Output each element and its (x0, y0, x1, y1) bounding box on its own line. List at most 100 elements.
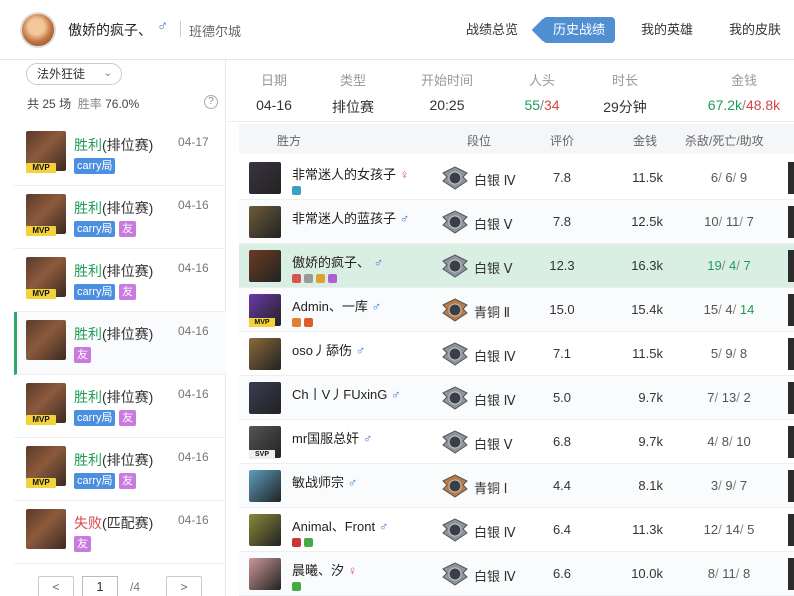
rank-emblem-icon (442, 254, 468, 278)
champion-portrait (26, 320, 66, 360)
player-avatar[interactable] (249, 206, 281, 238)
table-row[interactable]: MVP Admin、一库 ♂ 青铜 Ⅱ 15.0 15.4k 15/ 4/ 14 (239, 288, 794, 332)
prev-page-button[interactable]: < (38, 576, 74, 596)
table-row[interactable]: Ch丨V丿FUxinG ♂ 白银 Ⅳ 5.0 9.7k 7/ 13/ 2 (239, 376, 794, 420)
page-input[interactable]: 1 (82, 576, 118, 596)
player-kda: 3/ 9/ 7 (710, 478, 748, 493)
player-name[interactable]: mr国服总奸 ♂ (292, 428, 373, 447)
male-icon: ♂ (362, 431, 373, 446)
table-row[interactable]: SVP mr国服总奸 ♂ 白银 Ⅴ 6.8 9.7k 4/ 8/ 10 (239, 420, 794, 464)
rank-emblem-icon (442, 562, 468, 586)
player-avatar[interactable] (249, 382, 281, 414)
rank-emblem-icon (442, 518, 468, 542)
match-item[interactable]: 失败(匹配赛) 04-16 友 (14, 501, 226, 564)
friend-tag: 友 (74, 347, 91, 363)
tag-icon (304, 318, 313, 327)
player-name[interactable]: Admin、一库 ♂ (292, 296, 381, 315)
table-row[interactable]: oso丿舔伤 ♂ 白银 Ⅳ 7.1 11.5k 5/ 9/ 8 (239, 332, 794, 376)
table-row[interactable]: 非常迷人的女孩子 ♀ 白银 Ⅳ 7.8 11.5k 6/ 6/ 9 (239, 156, 794, 200)
col-kda: 杀敌/死亡/助攻 (685, 134, 764, 148)
player-tags (292, 535, 316, 547)
tab-overview[interactable]: 战绩总览 (456, 17, 528, 43)
player-gold: 9.7k (638, 434, 663, 449)
male-icon: ♂ (371, 299, 382, 314)
player-gold: 15.4k (631, 302, 663, 317)
player-gold: 11.5k (632, 170, 663, 185)
item-strip (788, 426, 794, 458)
player-avatar[interactable] (249, 338, 281, 370)
match-item[interactable]: MVP 胜利(排位赛) 04-16 carry局友 (14, 375, 226, 438)
player-avatar[interactable] (249, 250, 281, 282)
friend-tag: 友 (119, 473, 136, 489)
player-gold: 11.3k (632, 522, 663, 537)
stat-kills: 人头 55/34 (524, 73, 560, 113)
carry-tag: carry局 (74, 221, 116, 237)
player-tags (292, 315, 316, 327)
tab-history[interactable]: 历史战绩 (543, 17, 616, 43)
match-result: 胜利(排位赛) (74, 263, 154, 279)
record-summary: 共 25 场 胜率 76.0% (27, 97, 140, 111)
tab-heroes[interactable]: 我的英雄 (631, 17, 703, 43)
table-row[interactable]: 傲娇的疯子、 ♂ 白银 Ⅴ 12.3 16.3k 19/ 4/ 7 (239, 244, 794, 288)
rank-emblem-icon (442, 342, 468, 366)
male-icon: ♂ (378, 519, 389, 534)
hero-filter-select[interactable]: 法外狂徒 ⌄ (26, 63, 122, 85)
player-rank: 青铜 Ⅰ (474, 481, 508, 496)
player-name[interactable]: 非常迷人的女孩子 ♀ (292, 164, 409, 183)
player-name[interactable]: oso丿舔伤 ♂ (292, 340, 365, 359)
player-name[interactable]: 晨曦、汐 ♀ (292, 560, 357, 579)
match-date: 04-16 (178, 324, 209, 338)
player-avatar[interactable] (249, 558, 281, 590)
player-score: 7.8 (552, 214, 572, 229)
player-name[interactable]: Ch丨V丿FUxinG ♂ (292, 384, 401, 403)
player-name[interactable]: 傲娇的疯子、 ♂ (292, 252, 383, 271)
avatar[interactable] (20, 12, 56, 48)
item-strip (788, 206, 794, 238)
player-tags (292, 183, 304, 195)
table-row[interactable]: 非常迷人的蓝孩子 ♂ 白银 Ⅴ 7.8 12.5k 10/ 11/ 7 (239, 200, 794, 244)
col-score: 评价 (550, 134, 575, 148)
match-summary: 日期 04-16 类型 排位赛 开始时间 20:25 人头 55/34 时长 2… (227, 60, 794, 122)
carry-tag: carry局 (74, 410, 116, 426)
player-gold: 8.1k (638, 478, 663, 493)
player-score: 7.8 (552, 170, 572, 185)
player-score: 6.4 (552, 522, 572, 537)
help-icon[interactable]: ? (204, 95, 218, 109)
player-score: 6.6 (552, 566, 572, 581)
female-icon: ♀ (347, 563, 358, 578)
match-result: 胜利(排位赛) (74, 452, 154, 468)
player-gold: 12.5k (631, 214, 663, 229)
match-item[interactable]: 胜利(排位赛) 04-16 友 (14, 312, 226, 375)
tab-skins[interactable]: 我的皮肤 (719, 17, 791, 43)
player-avatar[interactable] (249, 470, 281, 502)
player-name[interactable]: 敏战师宗 ♂ (292, 472, 357, 491)
match-item[interactable]: MVP 胜利(排位赛) 04-17 carry局 (14, 123, 226, 186)
tag-icon (316, 274, 325, 283)
table-row[interactable]: Animal、Front ♂ 白银 Ⅳ 6.4 11.3k 12/ 14/ 5 (239, 508, 794, 552)
tag-icon (304, 274, 313, 283)
match-result: 失败(匹配赛) (74, 515, 154, 531)
player-avatar[interactable] (249, 514, 281, 546)
match-list-panel: 法外狂徒 ⌄ 共 25 场 胜率 76.0% ? MVP 胜利(排位赛) 04-17… (14, 60, 226, 596)
table-row[interactable]: 敏战师宗 ♂ 青铜 Ⅰ 4.4 8.1k 3/ 9/ 7 (239, 464, 794, 508)
top-bar: 傲娇的疯子、 ♂ 班德尔城 战绩总览 历史战绩 我的英雄 我的皮肤 (0, 0, 794, 60)
rank-emblem-icon (442, 166, 468, 190)
player-score: 12.3 (549, 258, 575, 273)
player-name[interactable]: Animal、Front ♂ (292, 516, 388, 535)
match-item[interactable]: MVP 胜利(排位赛) 04-16 carry局友 (14, 438, 226, 501)
player-avatar[interactable] (249, 162, 281, 194)
player-rank: 白银 Ⅳ (474, 525, 516, 540)
match-item[interactable]: MVP 胜利(排位赛) 04-16 carry局友 (14, 249, 226, 312)
carry-tag: carry局 (74, 158, 116, 174)
item-strip (788, 558, 794, 590)
match-date: 04-16 (178, 261, 209, 275)
table-row[interactable]: 晨曦、汐 ♀ 白银 Ⅳ 6.6 10.0k 8/ 11/ 8 (239, 552, 794, 596)
tag-icon (304, 538, 313, 547)
player-name[interactable]: 非常迷人的蓝孩子 ♂ (292, 208, 409, 227)
player-tags (292, 579, 304, 591)
player-gold: 10.0k (631, 566, 663, 581)
player-kda: 15/ 4/ 14 (703, 302, 755, 317)
match-item[interactable]: MVP 胜利(排位赛) 04-16 carry局友 (14, 186, 226, 249)
item-strip (788, 470, 794, 502)
next-page-button[interactable]: > (166, 576, 202, 596)
